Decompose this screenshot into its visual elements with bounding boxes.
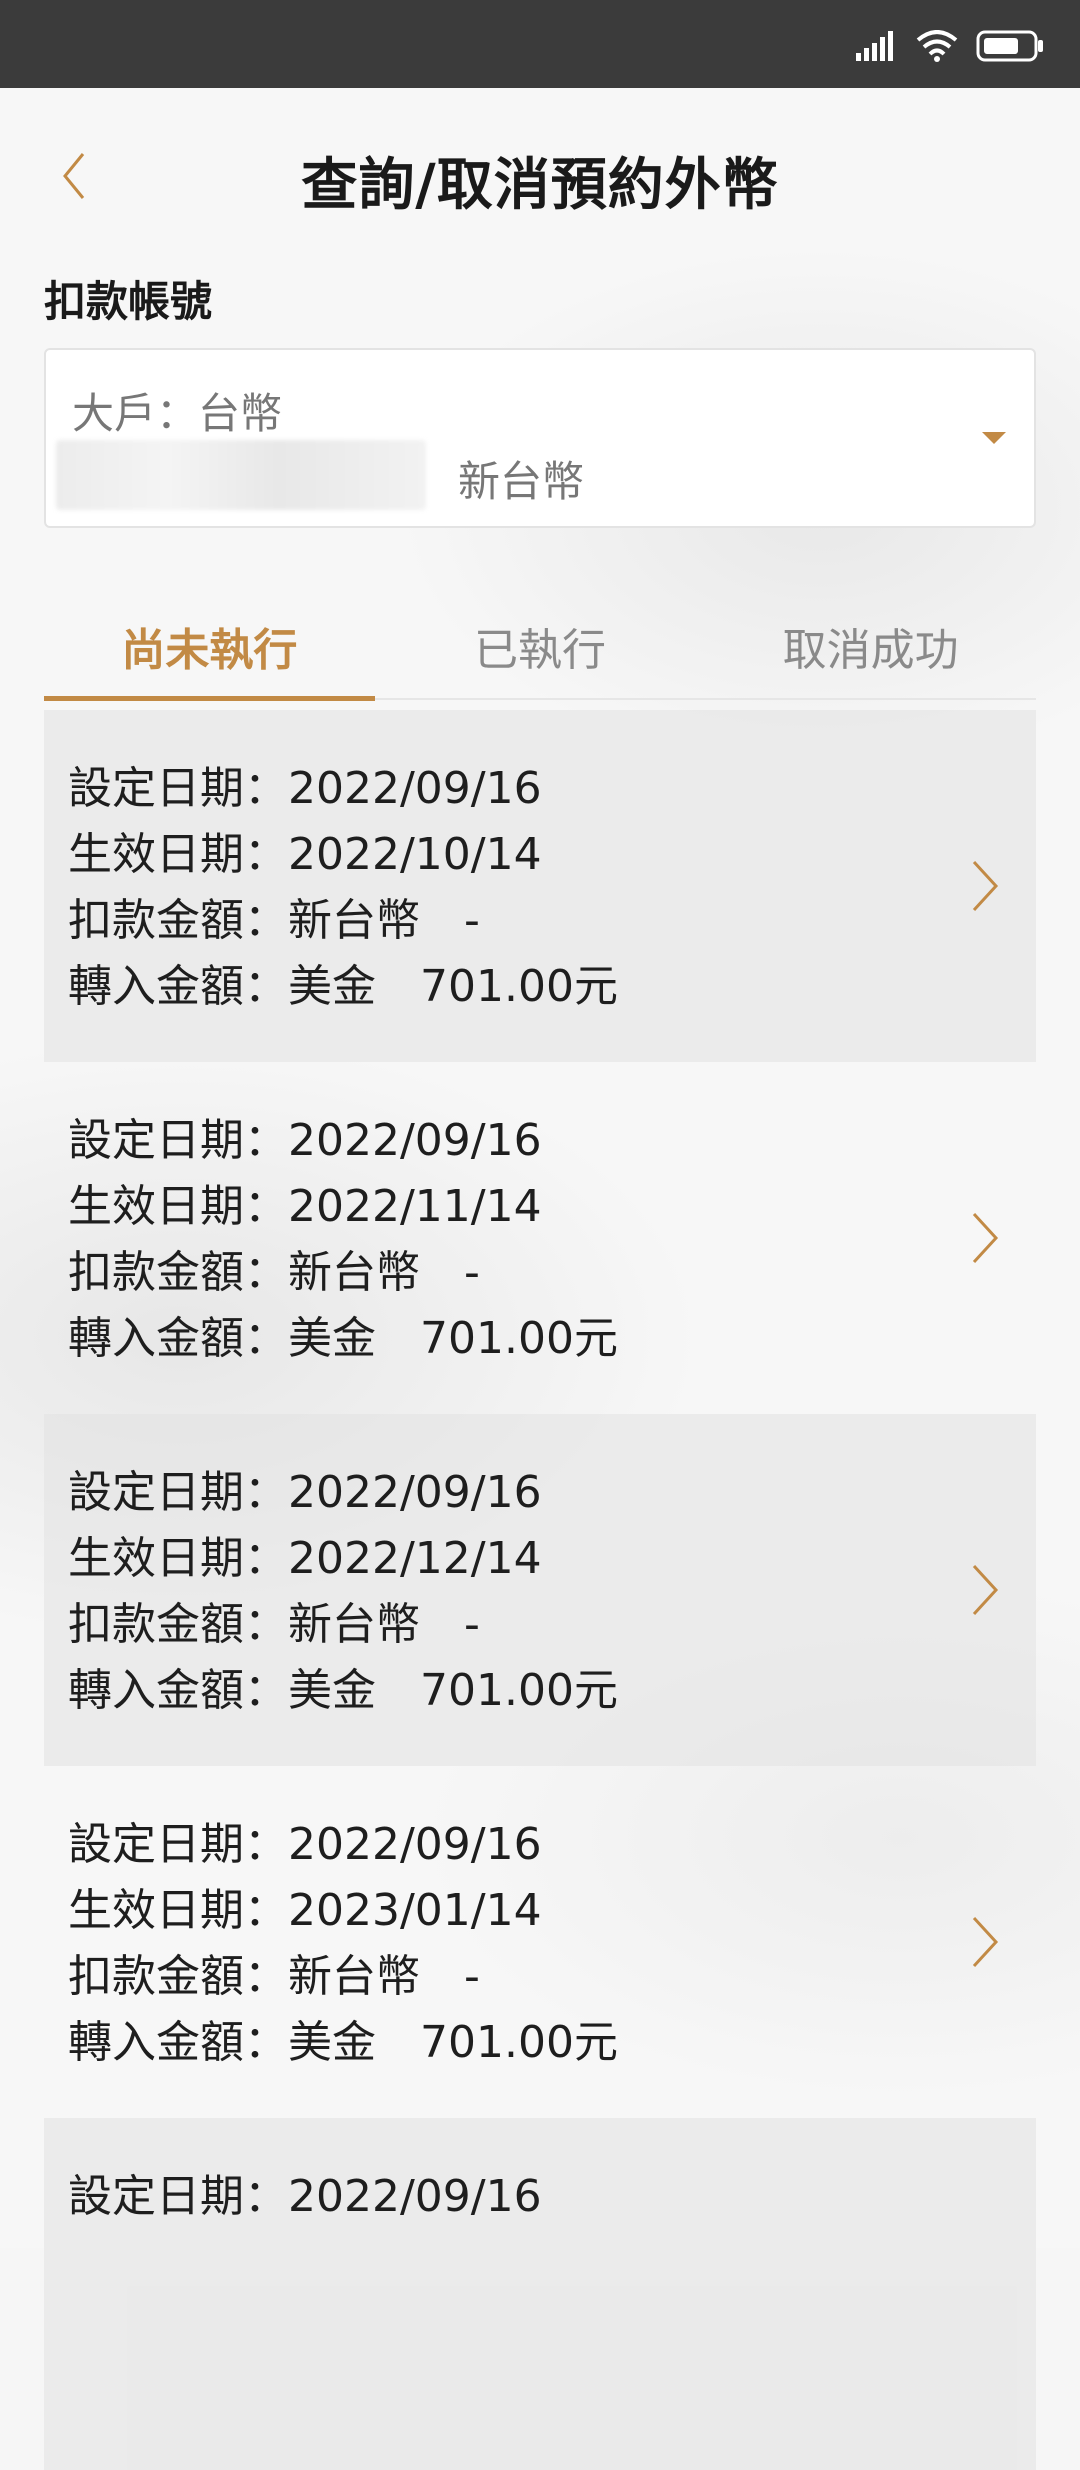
account-select[interactable]: 大戶：台幣 新台幣 bbox=[44, 348, 1036, 528]
credit-amount: 轉入金額：美金 701.00元 bbox=[68, 2017, 618, 2068]
chevron-right-icon[interactable] bbox=[970, 1564, 1000, 1616]
effective-date: 生效日期：2022/12/14 bbox=[68, 1533, 542, 1584]
tab-executed[interactable]: 已執行 bbox=[375, 608, 706, 698]
set-date: 設定日期：2022/09/16 bbox=[68, 2171, 542, 2222]
list-item[interactable]: 設定日期：2022/09/16 生效日期：2022/10/14 扣款金額：新台幣… bbox=[44, 710, 1036, 1062]
list-item[interactable]: 設定日期：2022/09/16 生效日期：2022/11/14 扣款金額：新台幣… bbox=[44, 1062, 1036, 1414]
caret-down-icon bbox=[982, 432, 1006, 444]
credit-amount: 轉入金額：美金 701.00元 bbox=[68, 961, 618, 1012]
wifi-icon bbox=[916, 30, 958, 62]
status-icons bbox=[856, 28, 1044, 64]
battery-icon bbox=[976, 30, 1043, 62]
effective-date: 生效日期：2022/10/14 bbox=[68, 829, 542, 880]
set-date: 設定日期：2022/09/16 bbox=[68, 1115, 542, 1166]
effective-date: 生效日期：2022/11/14 bbox=[68, 1181, 542, 1232]
account-type: 大戶：台幣 bbox=[72, 389, 283, 438]
list-item[interactable]: 設定日期：2022/09/16 生效日期：2022/12/14 扣款金額：新台幣… bbox=[44, 1414, 1036, 1766]
status-bar bbox=[0, 0, 1080, 88]
debit-amount: 扣款金額：新台幣 - bbox=[68, 895, 480, 946]
debit-amount: 扣款金額：新台幣 - bbox=[68, 1247, 480, 1298]
page: 查詢/取消預約外幣 扣款帳號 大戶：台幣 新台幣 尚未執行 已執行 取消成功 設… bbox=[0, 88, 1080, 2470]
set-date: 設定日期：2022/09/16 bbox=[68, 763, 542, 814]
page-title: 查詢/取消預約外幣 bbox=[301, 153, 779, 218]
credit-amount: 轉入金額：美金 701.00元 bbox=[68, 1665, 618, 1716]
header: 查詢/取消預約外幣 bbox=[0, 88, 1080, 268]
list-item[interactable]: 設定日期：2022/09/16 bbox=[44, 2118, 1036, 2470]
status-tabs: 尚未執行 已執行 取消成功 bbox=[44, 608, 1036, 701]
effective-date: 生效日期：2023/01/14 bbox=[68, 1885, 542, 1936]
reservation-list: 設定日期：2022/09/16 生效日期：2022/10/14 扣款金額：新台幣… bbox=[44, 710, 1036, 2470]
debit-amount: 扣款金額：新台幣 - bbox=[68, 1599, 480, 1650]
account-number-masked bbox=[56, 440, 426, 510]
list-item[interactable]: 設定日期：2022/09/16 生效日期：2023/01/14 扣款金額：新台幣… bbox=[44, 1766, 1036, 2118]
tab-cancelled[interactable]: 取消成功 bbox=[705, 608, 1036, 698]
set-date: 設定日期：2022/09/16 bbox=[68, 1467, 542, 1518]
debit-amount: 扣款金額：新台幣 - bbox=[68, 1951, 480, 2002]
account-currency: 新台幣 bbox=[458, 457, 585, 506]
account-section-label: 扣款帳號 bbox=[44, 277, 213, 326]
signal-icon bbox=[856, 31, 893, 61]
chevron-right-icon[interactable] bbox=[970, 1212, 1000, 1264]
tab-pending[interactable]: 尚未執行 bbox=[44, 608, 375, 701]
chevron-right-icon[interactable] bbox=[970, 1916, 1000, 1968]
chevron-right-icon[interactable] bbox=[970, 860, 1000, 912]
credit-amount: 轉入金額：美金 701.00元 bbox=[68, 1313, 618, 1364]
set-date: 設定日期：2022/09/16 bbox=[68, 1819, 542, 1870]
